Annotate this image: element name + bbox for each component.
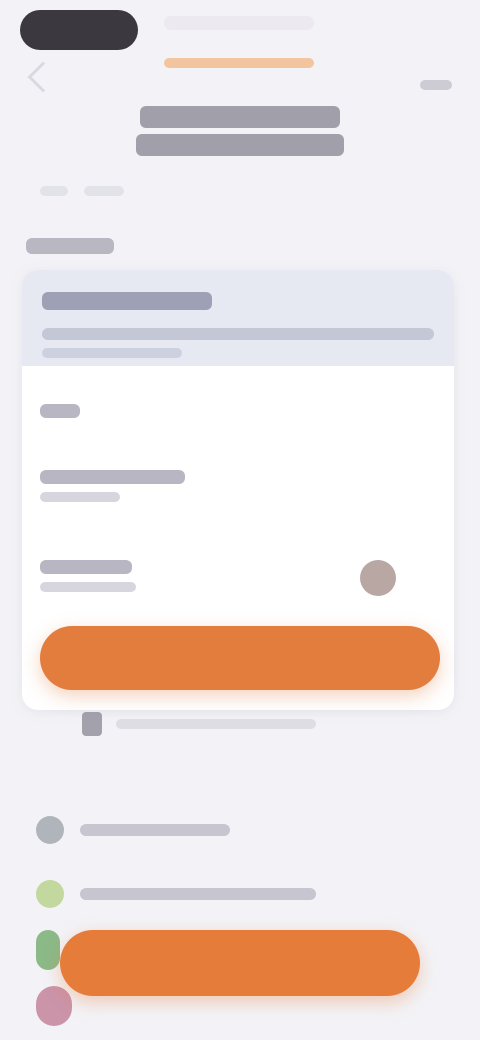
decorative-shape	[36, 930, 60, 970]
list-item[interactable]	[36, 862, 456, 926]
list-item[interactable]	[36, 798, 456, 862]
sub-row	[82, 712, 316, 736]
list-item-text	[80, 824, 230, 836]
page-title-line-2	[136, 134, 344, 156]
field-label	[40, 404, 80, 418]
decorative-shape	[36, 986, 72, 1026]
chevron-left-icon[interactable]	[27, 61, 59, 93]
field-row	[40, 470, 185, 502]
card-header-title	[42, 292, 212, 310]
field-row	[40, 560, 136, 592]
top-bar-text	[164, 16, 314, 30]
page-title	[136, 100, 344, 156]
sub-row-text	[116, 719, 316, 729]
sub-tag	[40, 186, 68, 196]
page-title-line-1	[140, 106, 340, 128]
screen	[0, 0, 480, 1040]
status-pill	[20, 10, 138, 50]
field-value	[40, 492, 120, 502]
field-label	[40, 470, 185, 484]
top-accent-bar	[164, 58, 314, 68]
more-icon[interactable]	[420, 80, 452, 90]
round-action-button[interactable]	[360, 560, 396, 596]
sub-tags	[40, 186, 124, 196]
list-item-text	[80, 888, 316, 900]
sub-tag	[84, 186, 124, 196]
card-header-line	[42, 348, 182, 358]
primary-button[interactable]	[40, 626, 440, 690]
section-label	[26, 238, 114, 254]
list-icon	[36, 880, 64, 908]
field-label	[40, 560, 132, 574]
cta-button[interactable]	[60, 930, 420, 996]
list-icon	[36, 816, 64, 844]
list	[36, 798, 456, 926]
card-header-line	[42, 328, 434, 340]
small-icon	[82, 712, 102, 736]
card-header	[22, 270, 454, 366]
field-value	[40, 582, 136, 592]
field-row	[40, 404, 80, 418]
